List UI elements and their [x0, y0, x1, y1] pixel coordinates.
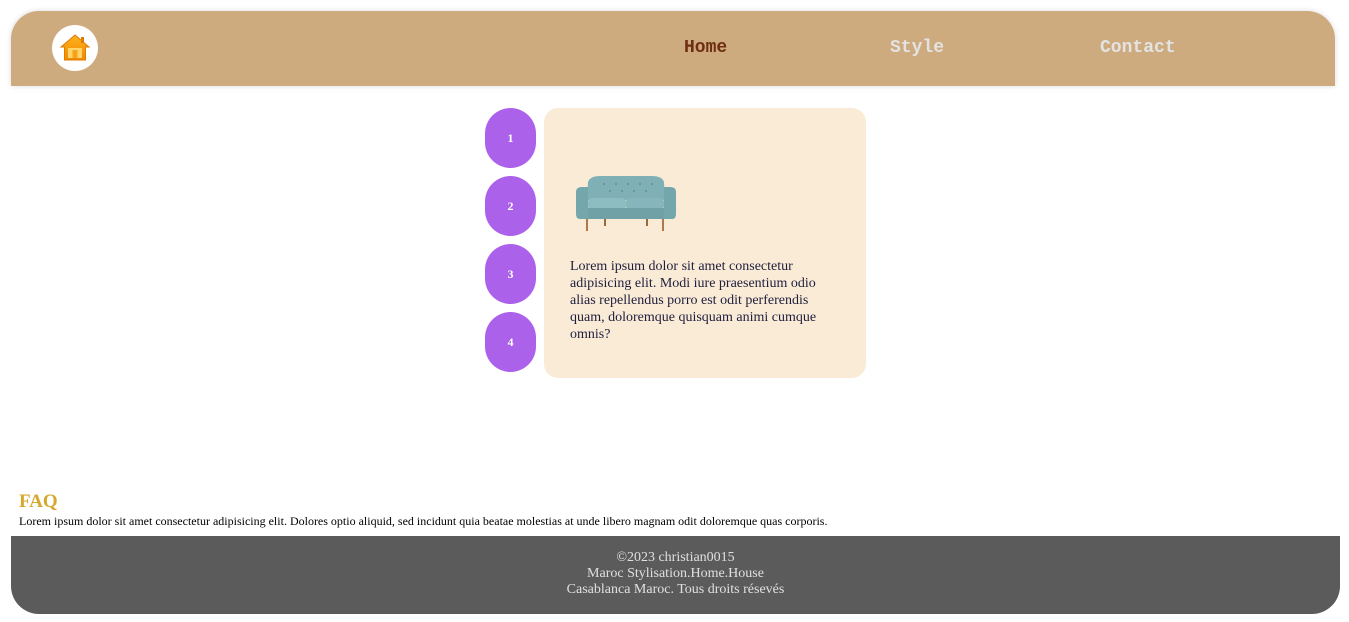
footer-brand: Maroc Stylisation.Home.House [587, 566, 764, 581]
footer-copyright: ©2023 christian0015 [616, 550, 735, 565]
nav-home[interactable]: Home [684, 38, 727, 58]
step-1[interactable]: 1 [485, 108, 536, 168]
card-description: Lorem ipsum dolor sit amet consectetur a… [570, 259, 817, 342]
home-icon [59, 34, 91, 61]
content-card: Lorem ipsum dolor sit amet consectetur a… [544, 108, 866, 378]
step-4[interactable]: 4 [485, 312, 536, 372]
home-logo[interactable] [52, 25, 98, 71]
nav-contact[interactable]: Contact [1100, 38, 1176, 58]
faq-text: Lorem ipsum dolor sit amet consectetur a… [19, 514, 828, 528]
step-list: 1 2 3 4 [485, 108, 536, 380]
step-3[interactable]: 3 [485, 244, 536, 304]
step-2[interactable]: 2 [485, 176, 536, 236]
site-footer: ©2023 christian0015 Maroc Stylisation.Ho… [11, 536, 1340, 614]
nav-style[interactable]: Style [890, 38, 944, 58]
footer-rights: Casablanca Maroc. Tous droits résevés [566, 582, 785, 597]
site-header: Home Style Contact [11, 11, 1335, 86]
sofa-icon [576, 176, 676, 231]
faq-title: FAQ [19, 491, 58, 512]
